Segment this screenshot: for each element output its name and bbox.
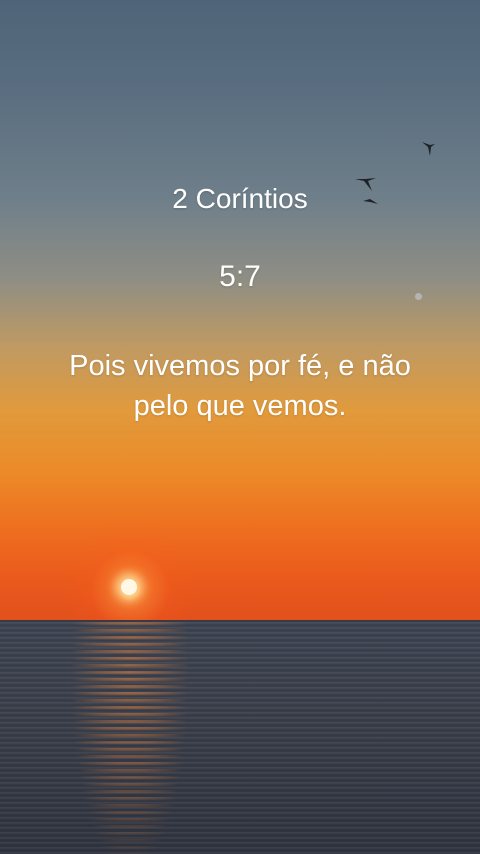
sun-icon: [121, 579, 137, 595]
moon-icon: [415, 293, 422, 300]
sky-background: [0, 0, 480, 622]
sunset-scene: 2 Coríntios 5:7 Pois vivemos por fé, e n…: [0, 0, 480, 854]
bird-icon: [422, 142, 435, 156]
book-title: 2 Coríntios: [172, 183, 308, 214]
verse-text: Pois vivemos por fé, e não pelo que vemo…: [69, 350, 411, 422]
verse-reference: 5:7: [219, 260, 261, 293]
sun-reflection: [70, 622, 190, 854]
